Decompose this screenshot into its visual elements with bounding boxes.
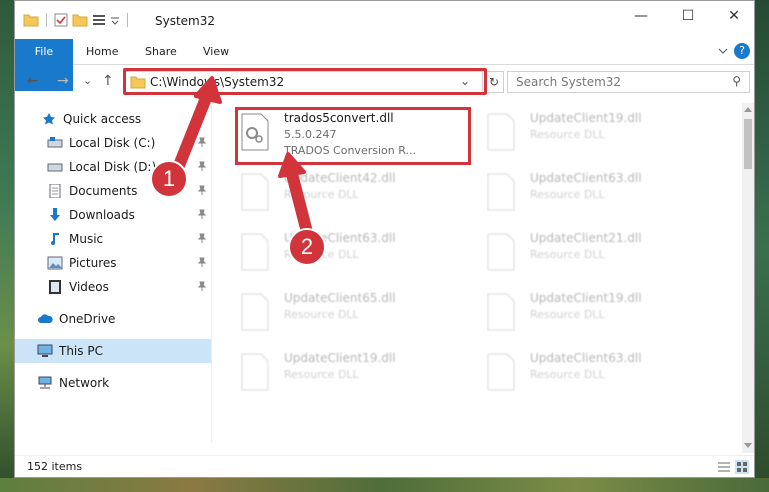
step-badge-1: 1	[150, 160, 188, 198]
annotation-arrows	[172, 76, 314, 242]
step-badge-2: 2	[288, 228, 326, 266]
